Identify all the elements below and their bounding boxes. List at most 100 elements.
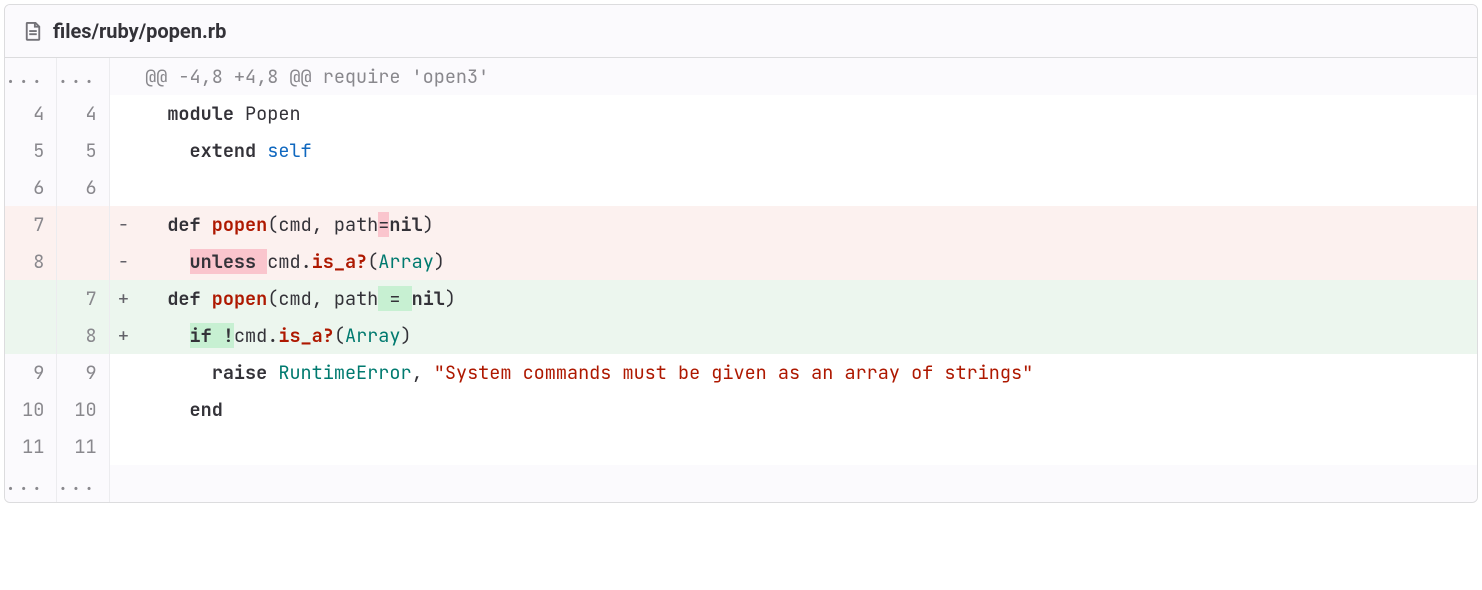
document-icon bbox=[23, 21, 43, 41]
class-name: Array bbox=[345, 323, 401, 348]
sign-cell: - bbox=[109, 206, 131, 243]
sign-cell bbox=[109, 58, 131, 95]
code-cell: def popen(cmd, path = nil) bbox=[131, 280, 1476, 317]
sign-cell bbox=[109, 391, 131, 428]
expand-button[interactable]: ... bbox=[57, 58, 109, 95]
file-header[interactable]: files/ruby/popen.rb bbox=[5, 5, 1477, 58]
text: ( bbox=[334, 323, 345, 348]
code-cell: module Popen bbox=[131, 95, 1476, 132]
new-line-number[interactable] bbox=[57, 243, 109, 280]
inline-diff-added: = bbox=[378, 286, 411, 311]
code-cell: end bbox=[131, 391, 1476, 428]
text: . bbox=[301, 249, 312, 274]
diff-line: 10 10 end bbox=[5, 391, 1477, 428]
method: is_a? bbox=[278, 323, 334, 348]
text: ( bbox=[367, 249, 378, 274]
new-line-number[interactable]: 11 bbox=[57, 428, 109, 465]
keyword: module bbox=[167, 101, 234, 126]
diff-line-added: 7 + def popen(cmd, path = nil) bbox=[5, 280, 1477, 317]
text: Popen bbox=[234, 101, 301, 126]
text bbox=[256, 249, 267, 274]
diff-line: 5 5 extend self bbox=[5, 132, 1477, 169]
sign-cell bbox=[109, 132, 131, 169]
hunk-header: @@ -4,8 +4,8 @@ require 'open3' bbox=[131, 58, 1476, 95]
new-line-number[interactable]: 7 bbox=[57, 280, 109, 317]
code-cell bbox=[131, 465, 1476, 502]
old-line-number[interactable]: 10 bbox=[5, 391, 57, 428]
new-line-number[interactable]: 4 bbox=[57, 95, 109, 132]
text: (cmd, path bbox=[267, 212, 378, 237]
text: ) bbox=[401, 323, 412, 348]
code-cell bbox=[131, 169, 1476, 206]
code-cell bbox=[131, 428, 1476, 465]
inline-diff-removed: = bbox=[378, 212, 389, 237]
class-name: Array bbox=[378, 249, 434, 274]
keyword: end bbox=[190, 397, 223, 422]
old-line-number[interactable]: 6 bbox=[5, 169, 57, 206]
text: cmd bbox=[267, 249, 300, 274]
old-line-number[interactable] bbox=[5, 280, 57, 317]
diff-line-removed: 7 - def popen(cmd, path=nil) bbox=[5, 206, 1477, 243]
keyword: unless bbox=[190, 249, 257, 274]
file-path: files/ruby/popen.rb bbox=[53, 19, 226, 43]
sign-cell bbox=[109, 169, 131, 206]
diff-table: ... ... @@ -4,8 +4,8 @@ require 'open3' … bbox=[5, 58, 1477, 502]
new-line-number[interactable]: 6 bbox=[57, 169, 109, 206]
sign-cell: + bbox=[109, 280, 131, 317]
keyword: extend bbox=[190, 138, 257, 163]
code-cell: def popen(cmd, path=nil) bbox=[131, 206, 1476, 243]
diff-file: files/ruby/popen.rb ... ... @@ -4,8 +4,8… bbox=[4, 4, 1478, 503]
hunk-footer-row: ... ... bbox=[5, 465, 1477, 502]
keyword: if ! bbox=[190, 323, 234, 348]
new-line-number[interactable]: 8 bbox=[57, 317, 109, 354]
text: , bbox=[412, 360, 434, 385]
text: (cmd, path bbox=[267, 286, 378, 311]
expand-button[interactable]: ... bbox=[5, 58, 57, 95]
keyword: raise bbox=[212, 360, 268, 385]
expand-button[interactable]: ... bbox=[5, 465, 57, 502]
keyword: nil bbox=[389, 212, 422, 237]
sign-cell bbox=[109, 95, 131, 132]
keyword: nil bbox=[412, 286, 445, 311]
class-name: RuntimeError bbox=[278, 360, 411, 385]
string-literal: "System commands must be given as an arr… bbox=[434, 360, 1033, 385]
new-line-number[interactable]: 10 bbox=[57, 391, 109, 428]
method: is_a? bbox=[312, 249, 368, 274]
code-cell: raise RuntimeError, "System commands mus… bbox=[131, 354, 1476, 391]
new-line-number[interactable]: 5 bbox=[57, 132, 109, 169]
old-line-number[interactable]: 9 bbox=[5, 354, 57, 391]
new-line-number[interactable] bbox=[57, 206, 109, 243]
diff-line: 11 11 bbox=[5, 428, 1477, 465]
sign-cell bbox=[109, 428, 131, 465]
inline-diff-added: if ! bbox=[190, 323, 234, 348]
sign-cell bbox=[109, 354, 131, 391]
diff-line: 6 6 bbox=[5, 169, 1477, 206]
old-line-number[interactable]: 11 bbox=[5, 428, 57, 465]
sign-cell: - bbox=[109, 243, 131, 280]
new-line-number[interactable]: 9 bbox=[57, 354, 109, 391]
keyword: def bbox=[167, 212, 200, 237]
old-line-number[interactable]: 8 bbox=[5, 243, 57, 280]
text: ) bbox=[423, 212, 434, 237]
text: ) bbox=[434, 249, 445, 274]
expand-button[interactable]: ... bbox=[57, 465, 109, 502]
sign-cell bbox=[109, 465, 131, 502]
old-line-number[interactable] bbox=[5, 317, 57, 354]
text: ) bbox=[445, 286, 456, 311]
code-cell: extend self bbox=[131, 132, 1476, 169]
sign-cell: + bbox=[109, 317, 131, 354]
diff-line-removed: 8 - unless cmd.is_a?(Array) bbox=[5, 243, 1477, 280]
old-line-number[interactable]: 4 bbox=[5, 95, 57, 132]
diff-line: 4 4 module Popen bbox=[5, 95, 1477, 132]
diff-line-added: 8 + if !cmd.is_a?(Array) bbox=[5, 317, 1477, 354]
inline-diff-removed: unless bbox=[190, 249, 268, 274]
self-token: self bbox=[267, 138, 311, 163]
code-cell: if !cmd.is_a?(Array) bbox=[131, 317, 1476, 354]
old-line-number[interactable]: 5 bbox=[5, 132, 57, 169]
text: . bbox=[267, 323, 278, 348]
diff-line: 9 9 raise RuntimeError, "System commands… bbox=[5, 354, 1477, 391]
keyword: def bbox=[167, 286, 200, 311]
old-line-number[interactable]: 7 bbox=[5, 206, 57, 243]
text: cmd bbox=[234, 323, 267, 348]
hunk-header-row: ... ... @@ -4,8 +4,8 @@ require 'open3' bbox=[5, 58, 1477, 95]
